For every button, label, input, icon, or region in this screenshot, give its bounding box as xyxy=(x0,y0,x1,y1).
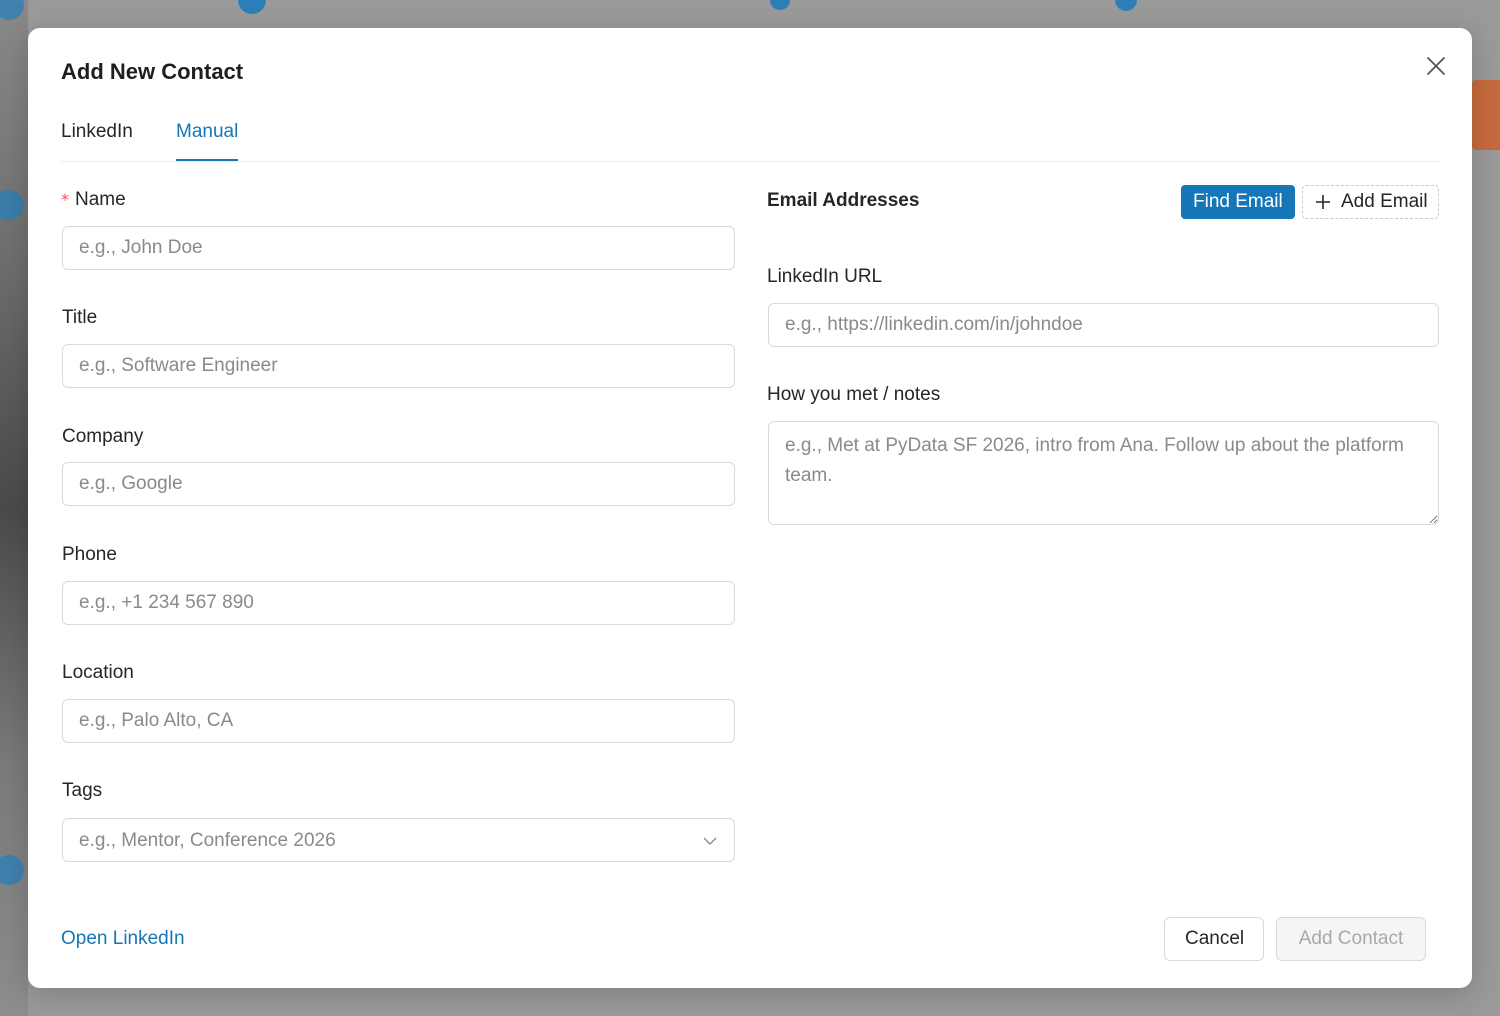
name-label: * Name xyxy=(61,189,126,211)
name-input[interactable] xyxy=(62,226,735,270)
location-input[interactable] xyxy=(62,699,735,743)
add-contact-modal: Add New Contact LinkedIn Manual * Name Ti… xyxy=(28,28,1472,988)
background-blob xyxy=(0,190,24,220)
background-dot xyxy=(770,0,790,10)
phone-label: Phone xyxy=(62,544,117,565)
name-label-text: Name xyxy=(75,189,126,210)
open-linkedin-link[interactable]: Open LinkedIn xyxy=(61,928,185,950)
close-icon xyxy=(1427,57,1445,75)
tab-manual[interactable]: Manual xyxy=(176,121,239,161)
location-label: Location xyxy=(62,662,134,683)
linkedin-url-input[interactable] xyxy=(768,303,1439,347)
add-contact-button[interactable]: Add Contact xyxy=(1276,917,1426,961)
close-button[interactable] xyxy=(1424,54,1448,78)
background-blob xyxy=(0,855,24,885)
background-accent xyxy=(1472,80,1500,150)
tab-bar: LinkedIn Manual xyxy=(61,116,1439,162)
cancel-button[interactable]: Cancel xyxy=(1164,917,1264,961)
background-sidebar xyxy=(0,0,28,1016)
tab-linkedin[interactable]: LinkedIn xyxy=(61,121,133,161)
phone-input[interactable] xyxy=(62,581,735,625)
add-email-label: Add Email xyxy=(1341,191,1428,212)
tags-placeholder: e.g., Mentor, Conference 2026 xyxy=(79,830,336,851)
required-marker: * xyxy=(61,190,69,209)
notes-textarea[interactable] xyxy=(768,421,1439,525)
find-email-button[interactable]: Find Email xyxy=(1181,185,1295,219)
company-input[interactable] xyxy=(62,462,735,506)
background-dot xyxy=(238,0,266,14)
tags-label: Tags xyxy=(62,780,103,801)
background-dot xyxy=(1115,0,1137,11)
modal-title: Add New Contact xyxy=(61,59,244,84)
notes-label: How you met / notes xyxy=(767,384,941,405)
email-addresses-heading: Email Addresses xyxy=(767,190,920,211)
background-blob xyxy=(0,0,24,20)
chevron-down-icon xyxy=(702,833,718,849)
tags-select[interactable]: e.g., Mentor, Conference 2026 xyxy=(62,818,735,862)
plus-icon xyxy=(1315,194,1331,210)
title-input[interactable] xyxy=(62,344,735,388)
linkedin-url-label: LinkedIn URL xyxy=(767,266,883,287)
company-label: Company xyxy=(62,426,144,447)
add-email-button[interactable]: Add Email xyxy=(1302,185,1439,219)
title-label: Title xyxy=(62,307,98,328)
